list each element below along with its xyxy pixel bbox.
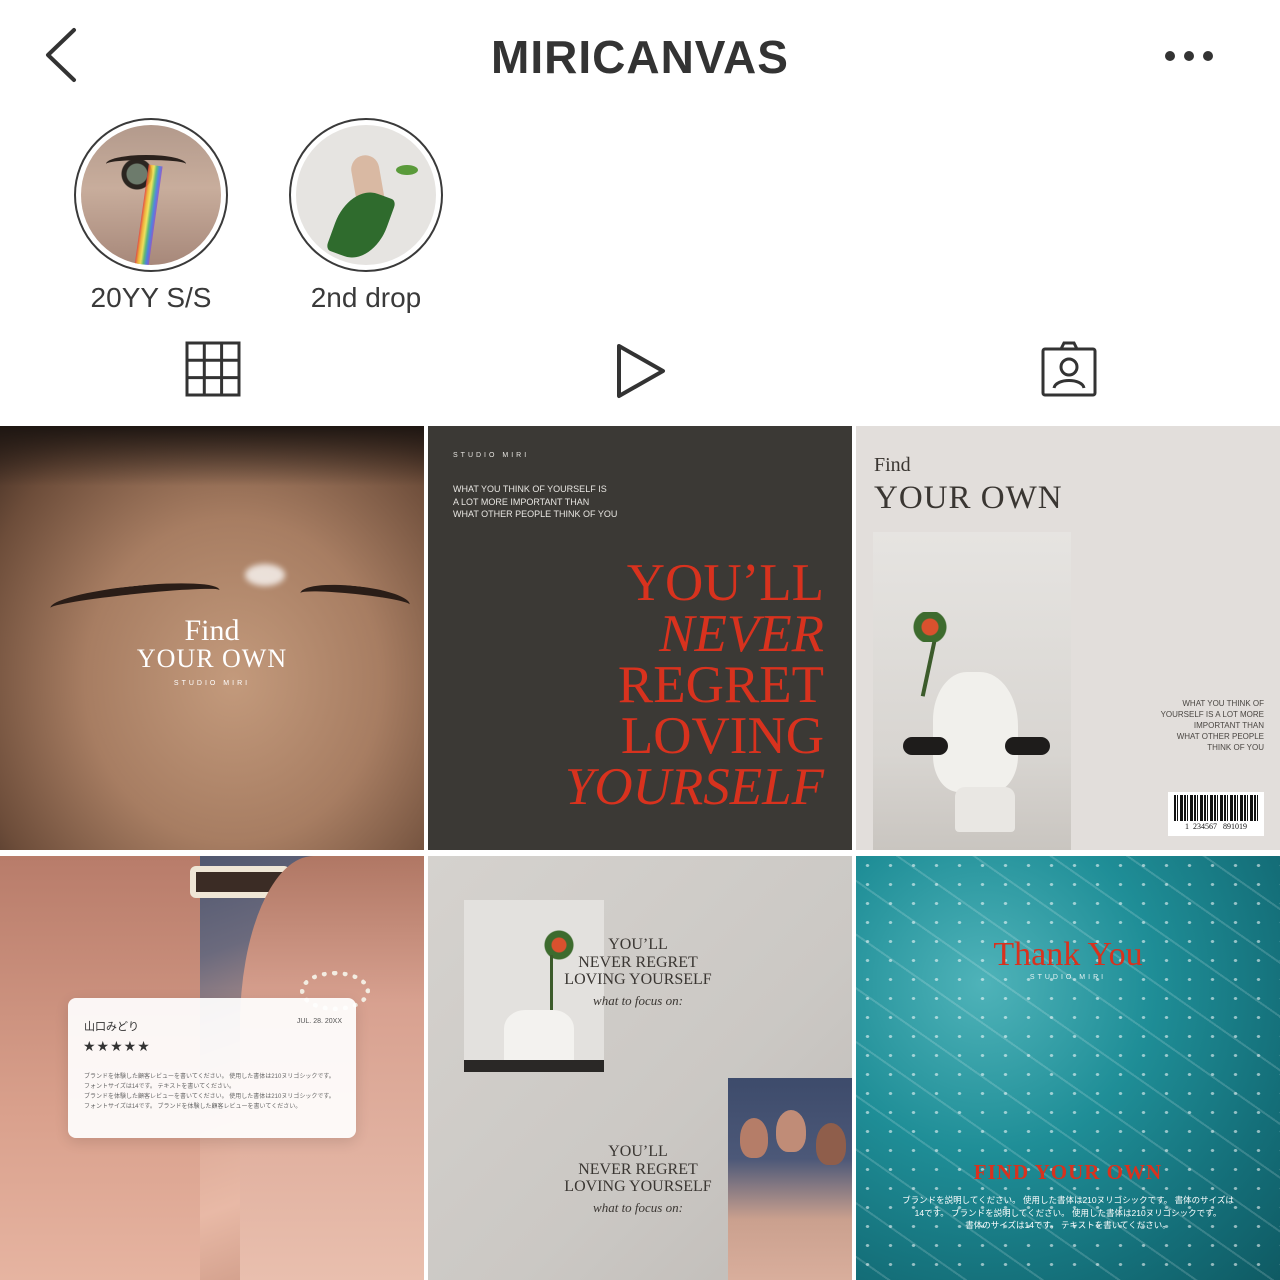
barcode-number: 1 234567 891019 [1185, 822, 1247, 831]
post-title-small: Find [874, 454, 911, 476]
post-quote: WHAT YOU THINK OF YOURSELF IS A LOT MORE I… [1160, 699, 1264, 752]
post-text-block-1: YOU’LL NEVER REGRET LOVING YOURSELF what t… [564, 936, 712, 1008]
profile-title: MIRICANVAS [491, 31, 789, 83]
post-what-to-focus-on[interactable]: YOU’LL NEVER REGRET LOVING YOURSELF what t… [428, 856, 852, 1280]
review-card: 山口みどり JUL. 28. 20XX ★★★★★ ブランドを体験した顧客レビュ… [68, 998, 356, 1138]
tagged-user-icon[interactable] [1034, 336, 1104, 406]
post-subtitle: FIND YOUR OWN [973, 1160, 1163, 1184]
highlight-ring [289, 118, 443, 272]
post-title-big: YOUR OWN [136, 644, 288, 673]
post-body: ブランドを説明してください。 使用した書体は210ヌリゴシックです。 書体のサイ… [902, 1195, 1234, 1230]
post-brand: STUDIO MIRI [453, 452, 530, 459]
highlight-ring [74, 118, 228, 272]
review-date: JUL. 28. 20XX [296, 1018, 342, 1025]
grid-tab-icon[interactable] [178, 336, 248, 406]
reviewer-name: 山口みどり [84, 1021, 139, 1033]
profile-header: MIRICANVAS [0, 0, 1280, 115]
highlight-label: 2nd drop [310, 282, 422, 313]
post-review-card[interactable]: 山口みどり JUL. 28. 20XX ★★★★★ ブランドを体験した顧客レビュ… [0, 856, 424, 1280]
highlight-20yy-ss[interactable]: 20YY S/S [71, 118, 231, 314]
post-find-your-own-face[interactable]: Find YOUR OWN STUDIO MIRI [0, 426, 424, 850]
posts-grid: Find YOUR OWN STUDIO MIRI STUDIO MIRI WH… [0, 426, 1280, 1280]
sculpture-photo [873, 532, 1071, 850]
models-photo-small [728, 1078, 852, 1280]
post-quote: WHAT YOU THINK OF YOURSELF IS A LOT MORE … [453, 484, 618, 519]
post-brand: STUDIO MIRI [173, 680, 251, 687]
post-title-big: YOUR OWN [874, 480, 1063, 516]
review-text: ブランドを体験した顧客レビューを書いてください。 使用した書体は210ヌリゴシッ… [84, 1074, 335, 1110]
post-title: Thank You [993, 936, 1143, 973]
skin-highlight [245, 564, 285, 586]
eyebrow-shape [298, 580, 412, 618]
hand-leaf-thumbnail [296, 125, 436, 265]
post-title-small: Find [184, 614, 240, 647]
post-text-block-2: YOU’LL NEVER REGRET LOVING YOURSELF what t… [564, 1143, 712, 1215]
post-headline: YOU’LL NEVER REGRET LOVING YOURSELF [564, 554, 824, 816]
reels-play-icon[interactable] [605, 336, 675, 406]
highlight-2nd-drop[interactable]: 2nd drop [286, 118, 446, 314]
post-brand: STUDIO MIRI [1029, 974, 1107, 981]
barcode: 1 234567 891019 [1168, 792, 1264, 836]
post-never-regret-dark[interactable]: STUDIO MIRI WHAT YOU THINK OF YOURSELF I… [428, 426, 852, 850]
review-stars: ★★★★★ [83, 1038, 151, 1054]
highlight-label: 20YY S/S [90, 282, 212, 313]
more-options-icon[interactable] [1160, 38, 1220, 74]
post-find-your-own-sculpture[interactable]: Find YOUR OWN WHAT YOU THINK OF YOURSELF … [856, 426, 1280, 850]
post-thank-you-teal[interactable]: Thank You STUDIO MIRI FIND YOUR OWN ブランド… [856, 856, 1280, 1280]
eye-rainbow-thumbnail [81, 125, 221, 265]
